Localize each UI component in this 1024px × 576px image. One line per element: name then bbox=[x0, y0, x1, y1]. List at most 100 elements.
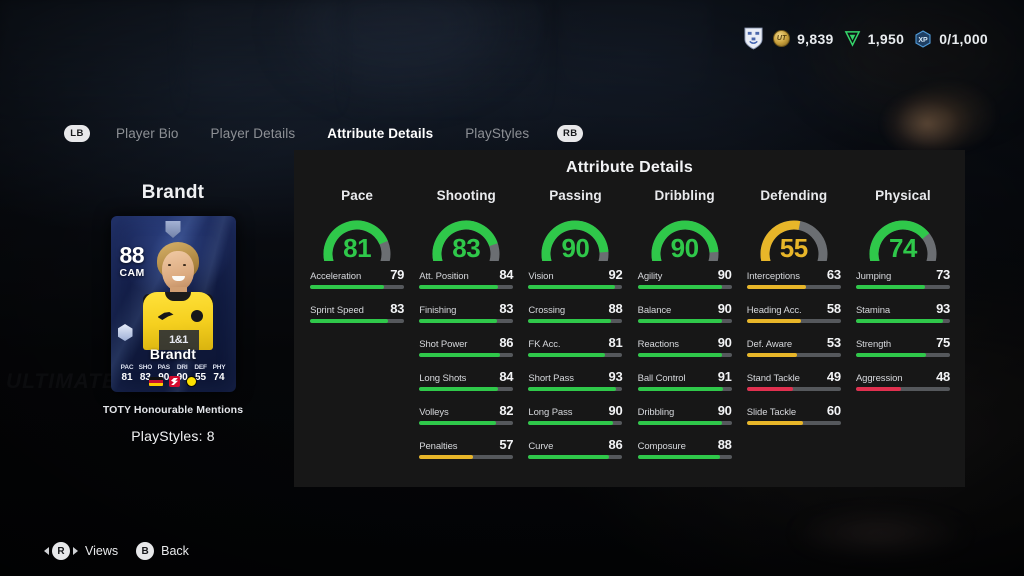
attribute-name: FK Acc. bbox=[528, 339, 561, 350]
attribute-value: 90 bbox=[717, 403, 732, 418]
attribute-bar-fill bbox=[637, 319, 723, 323]
attribute-name: Vision bbox=[528, 271, 554, 282]
attribute-bar-fill bbox=[637, 421, 723, 425]
bundesliga-logo-icon bbox=[169, 376, 180, 387]
attribute-bar-fill bbox=[528, 387, 616, 391]
attribute-bar-fill bbox=[637, 285, 723, 289]
tab-player-bio[interactable]: Player Bio bbox=[100, 126, 195, 141]
attribute-item: Jumping 73 bbox=[855, 267, 950, 289]
attribute-item: Volleys 82 bbox=[419, 403, 514, 425]
attribute-item: Crossing 88 bbox=[528, 301, 623, 323]
hint-views[interactable]: R Views bbox=[44, 542, 118, 560]
attribute-bar-fill bbox=[746, 421, 804, 425]
attribute-row: Sprint Speed 83 bbox=[310, 301, 404, 316]
attribute-value: 93 bbox=[936, 301, 950, 316]
attribute-bar bbox=[746, 319, 841, 323]
attribute-bar-fill bbox=[419, 421, 497, 425]
attribute-row: Ball Control 91 bbox=[638, 369, 732, 384]
attribute-bar bbox=[528, 421, 623, 425]
attribute-item: Composure 88 bbox=[637, 437, 732, 459]
attribute-bar-fill bbox=[855, 319, 944, 323]
attribute-row: Balance 90 bbox=[638, 301, 732, 316]
attribute-row: Strength 75 bbox=[856, 335, 950, 350]
attribute-name: Strength bbox=[855, 339, 892, 350]
attribute-row: Volleys 82 bbox=[419, 403, 513, 418]
attribute-bar bbox=[528, 319, 623, 323]
rating-gauge: 74 bbox=[856, 209, 950, 261]
attribute-item: Reactions 90 bbox=[637, 335, 732, 357]
club-badge-icon bbox=[190, 310, 203, 322]
attribute-name: Agility bbox=[637, 271, 663, 282]
hint-back[interactable]: B Back bbox=[136, 542, 189, 560]
attribute-bar bbox=[637, 421, 732, 425]
attribute-bar-fill bbox=[637, 353, 723, 357]
attribute-item: Long Shots 84 bbox=[419, 369, 514, 391]
right-stick-icon: R bbox=[44, 542, 78, 560]
attribute-column-pace: Pace 81 Acceleration 79 Sprint Speed 83 bbox=[303, 188, 411, 471]
attribute-bar bbox=[419, 455, 514, 459]
attribute-value: 91 bbox=[717, 369, 732, 384]
attribute-row: Short Pass 93 bbox=[528, 369, 622, 384]
germany-flag-icon bbox=[149, 377, 163, 386]
button-hints: R Views B Back bbox=[44, 542, 189, 560]
currency-hud: UT 9,839 1,950 XP 0/1,000 bbox=[744, 27, 988, 50]
rb-bumper-icon[interactable]: RB bbox=[557, 125, 584, 142]
attribute-name: Stamina bbox=[855, 305, 891, 316]
attribute-item: Short Pass 93 bbox=[528, 369, 623, 391]
club-crest-group bbox=[744, 27, 763, 50]
attribute-bar bbox=[746, 285, 841, 289]
column-title: Shooting bbox=[436, 188, 496, 203]
attribute-value: 84 bbox=[499, 267, 514, 282]
attribute-value: 79 bbox=[390, 267, 405, 282]
coins-value: 9,839 bbox=[797, 30, 834, 47]
column-title: Pace bbox=[341, 188, 374, 203]
rating-gauge: 81 bbox=[310, 209, 404, 261]
gauge-value: 81 bbox=[343, 233, 372, 263]
attribute-value: 63 bbox=[826, 267, 841, 282]
attribute-bar-fill bbox=[310, 319, 389, 323]
attribute-bar-fill bbox=[419, 455, 473, 459]
attribute-item: Finishing 83 bbox=[419, 301, 514, 323]
attribute-bar bbox=[419, 387, 514, 391]
attribute-row: Agility 90 bbox=[638, 267, 732, 282]
attribute-bar-fill bbox=[528, 353, 605, 357]
attribute-row: Reactions 90 bbox=[638, 335, 732, 350]
attribute-row: Crossing 88 bbox=[528, 301, 622, 316]
attribute-bar-fill bbox=[746, 285, 806, 289]
attribute-bar-fill bbox=[528, 455, 610, 459]
attribute-name: Long Shots bbox=[419, 373, 467, 384]
attribute-name: Heading Acc. bbox=[746, 305, 802, 316]
attribute-bar bbox=[746, 353, 841, 357]
attribute-row: Interceptions 63 bbox=[747, 267, 841, 282]
attribute-bar bbox=[419, 285, 514, 289]
attribute-item: Strength 75 bbox=[855, 335, 950, 357]
attribute-bar bbox=[746, 421, 841, 425]
tab-attribute-details[interactable]: Attribute Details bbox=[311, 126, 449, 141]
attribute-bar-fill bbox=[637, 455, 721, 459]
attribute-name: Short Pass bbox=[528, 373, 574, 384]
attribute-item: Penalties 57 bbox=[419, 437, 514, 459]
player-card[interactable]: 88 CAM 1&1 Brandt PAC 81 SHO 83 PAS 90 D… bbox=[110, 216, 236, 392]
attribute-value: 90 bbox=[608, 403, 623, 418]
tab-bar: LB Player Bio Player Details Attribute D… bbox=[64, 125, 584, 142]
rating-gauge: 83 bbox=[419, 209, 513, 261]
attribute-row: Finishing 83 bbox=[419, 301, 513, 316]
tab-player-details[interactable]: Player Details bbox=[195, 126, 312, 141]
attribute-row: Jumping 73 bbox=[856, 267, 950, 282]
b-button-icon: B bbox=[136, 542, 155, 560]
attribute-row: Stamina 93 bbox=[856, 301, 950, 316]
attribute-row: Penalties 57 bbox=[419, 437, 513, 452]
attribute-column-passing: Passing 90 Vision 92 Crossing 88 FK Acc. 81 Shor… bbox=[521, 188, 629, 471]
attribute-value: 88 bbox=[608, 301, 623, 316]
attribute-item: Heading Acc. 58 bbox=[746, 301, 841, 323]
rating-gauge: 55 bbox=[747, 209, 841, 261]
attribute-column-defending: Defending 55 Interceptions 63 Heading Acc. 58… bbox=[740, 188, 848, 471]
attribute-column-physical: Physical 74 Jumping 73 Stamina 93 Strength 75 Ag… bbox=[849, 188, 957, 471]
attribute-bar bbox=[419, 353, 514, 357]
lb-bumper-icon[interactable]: LB bbox=[64, 125, 90, 142]
attribute-bar-fill bbox=[746, 319, 802, 323]
attribute-bar bbox=[637, 285, 732, 289]
rating-gauge: 90 bbox=[528, 209, 622, 261]
tab-playstyles[interactable]: PlayStyles bbox=[449, 126, 545, 141]
attribute-value: 57 bbox=[499, 437, 514, 452]
